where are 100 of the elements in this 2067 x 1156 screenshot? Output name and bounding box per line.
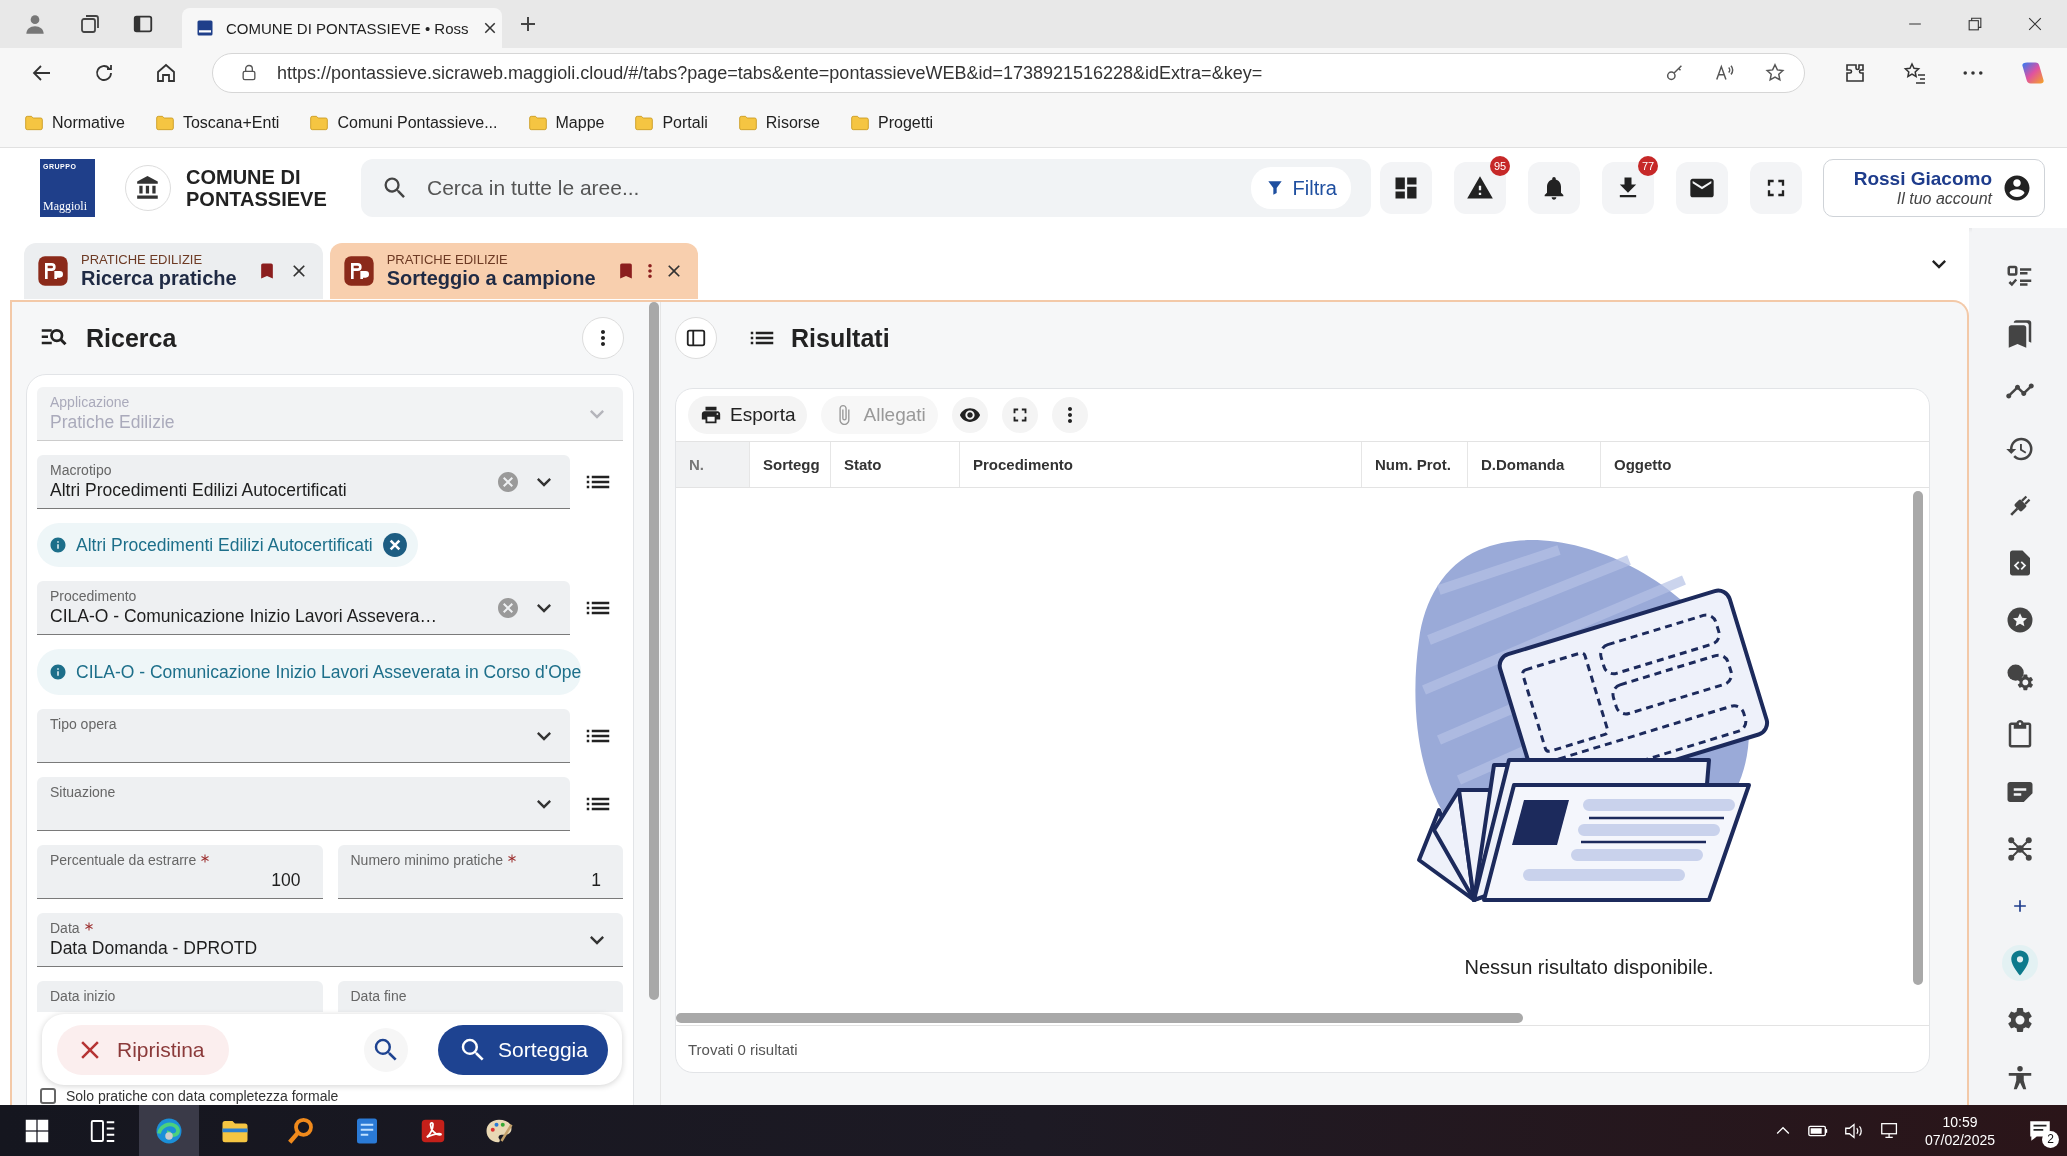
app-tab[interactable]: PRATICHE EDILIZIE Sorteggio a campione: [329, 243, 698, 299]
bookmark-link[interactable]: Risorse: [733, 108, 824, 137]
download-button[interactable]: [1602, 162, 1654, 214]
organization-name: COMUNE DI PONTASSIEVE: [186, 166, 328, 210]
module-logo-icon: [37, 255, 69, 287]
select-field[interactable]: Data Data Domanda - DPROTD: [37, 913, 623, 967]
module-logo-icon: [342, 255, 375, 287]
checkbox-label: Solo pratiche con data completezza formale: [66, 1088, 339, 1104]
panel-title: Ricerca: [86, 323, 177, 353]
field-value: Altri Procedimenti Edilizi Autocertificati: [50, 480, 348, 501]
count-badge: 2: [2042, 1130, 2059, 1148]
field-label: Data inizio: [50, 988, 116, 1004]
url-text: https://pontassieve.sicraweb.maggioli.cloud/#/tabs?page=tabs&ente=pontassieveWEB&id=1738921516228&idExtra=&key=: [277, 62, 1264, 84]
field-value: CILA-O - Comunicazione Inizio Lavori Assevera…: [50, 606, 439, 627]
toolbar-button[interactable]: Esporta: [688, 395, 808, 434]
count-badge: 95: [1490, 156, 1510, 176]
home-icon[interactable]: [154, 61, 178, 85]
warning-icon: [1466, 174, 1494, 202]
input-field[interactable]: Data inizio: [37, 981, 323, 1012]
bookmark-link[interactable]: Mappe: [523, 108, 609, 137]
bookmark-link[interactable]: Toscana+Enti: [150, 108, 284, 137]
reset-button[interactable]: Ripristina: [57, 1024, 229, 1075]
field-label: Percentuale da estrarre: [50, 852, 197, 868]
select-field[interactable]: Situazione: [37, 777, 570, 831]
results-count: Trovati 0 risultati: [676, 1025, 1929, 1072]
column-header[interactable]: Stato: [831, 441, 960, 487]
account-icon: [2002, 173, 2032, 203]
input-field[interactable]: Percentuale da estrarre 100: [37, 845, 323, 899]
bookmark-link[interactable]: Normative: [20, 108, 129, 137]
browser-tab[interactable]: COMUNE DI PONTASSIEVE • Ross: [182, 8, 502, 48]
column-header[interactable]: Num. Prot.: [1362, 441, 1468, 487]
field-label: Applicazione: [50, 394, 130, 410]
column-header[interactable]: D.Domanda: [1468, 441, 1601, 487]
bookmark-link[interactable]: Progetti: [846, 108, 938, 137]
more-icon: [601, 330, 605, 346]
field-label: Macrotipo: [50, 462, 112, 478]
warning-button[interactable]: [1454, 162, 1506, 214]
count-badge: 77: [1638, 156, 1658, 176]
column-header[interactable]: Procedimento: [960, 441, 1362, 487]
select-field[interactable]: Procedimento CILA-O - Comunicazione Inizio Lavori Assevera…: [37, 581, 570, 635]
clock[interactable]: 10:59 07/02/2025: [1924, 1112, 1995, 1149]
clock-date: 07/02/2025: [1924, 1130, 1995, 1149]
field-label: Data: [50, 920, 80, 936]
draw-button[interactable]: Sorteggia: [438, 1024, 608, 1075]
extensions-icon[interactable]: [1843, 61, 1867, 85]
bookmark-link[interactable]: Portali: [630, 108, 712, 137]
info-icon: [49, 536, 67, 554]
field-label: Tipo opera: [50, 716, 117, 732]
sidebar-button[interactable]: [2001, 945, 2038, 982]
select-field[interactable]: Tipo opera: [37, 709, 570, 763]
scrollbar[interactable]: [1913, 490, 1923, 985]
zoom-button[interactable]: [364, 1027, 408, 1072]
star-icon[interactable]: [1764, 62, 1786, 84]
more-icon: [1067, 406, 1072, 423]
tab-title: COMUNE DI PONTASSIEVE • Ross: [226, 19, 469, 37]
field-value: 100: [270, 870, 302, 891]
empty-message: Nessun risultato disponibile.: [1464, 955, 1714, 979]
bell-button[interactable]: [1528, 162, 1580, 214]
app-tab[interactable]: PRATICHE EDILIZIE Ricerca pratiche: [24, 243, 323, 299]
tab-actions-icon[interactable]: [132, 13, 154, 35]
mail-button[interactable]: [1676, 162, 1728, 214]
address-field[interactable]: https://pontassieve.sicraweb.maggioli.cloud/#/tabs?page=tabs&ente=pontassieveWEB&id=1738921516228&idExtra=&key=: [212, 53, 1805, 93]
remove-icon[interactable]: [381, 532, 408, 558]
field-label: Procedimento: [50, 588, 137, 604]
favicon-icon: [196, 19, 214, 37]
column-header[interactable]: Sortegg: [750, 441, 831, 487]
scrollbar[interactable]: [676, 1013, 1523, 1024]
input-field[interactable]: Data fine: [337, 981, 623, 1012]
field-value: Pratiche Edilizie: [50, 412, 176, 433]
sidebar-toggle-icon: [685, 327, 707, 349]
bookmark-link[interactable]: Comuni Pontassieve...: [305, 108, 502, 137]
user-name: Rossi Giacomo: [1853, 168, 1992, 190]
fullscreen-button[interactable]: [1750, 162, 1802, 214]
clock-time: 10:59: [1942, 1112, 1978, 1131]
filter-button[interactable]: Filtra: [1250, 167, 1351, 209]
chip-text: Altri Procedimenti Edilizi Autocertificati: [76, 534, 373, 556]
search-field[interactable]: Cerca in tutte le aree... Filtra: [361, 159, 1371, 217]
favorites-icon[interactable]: [1903, 61, 1927, 85]
account-button[interactable]: Rossi Giacomo Il tuo account: [1823, 159, 2045, 217]
checkbox[interactable]: [40, 1088, 56, 1104]
field-value: 1: [590, 870, 602, 891]
logo-name: Maggioli: [43, 199, 88, 214]
panel-toggle-button[interactable]: [675, 317, 717, 359]
more-icon[interactable]: [1963, 71, 1983, 75]
column-header[interactable]: Oggetto: [1601, 441, 1929, 487]
input-field[interactable]: Numero minimo pratiche 1: [337, 845, 623, 899]
scrollbar[interactable]: [649, 302, 659, 1000]
field-value: Data Domanda - DPROTD: [50, 938, 259, 959]
dashboard-button[interactable]: [1380, 162, 1432, 214]
field-label: Situazione: [50, 784, 116, 800]
column-header[interactable]: N.: [676, 441, 750, 487]
magnifier-icon: [286, 1115, 316, 1146]
more-button[interactable]: [582, 317, 624, 359]
select-field[interactable]: Macrotipo Altri Procedimenti Edilizi Autocertificati: [37, 455, 570, 509]
account-link-text: Il tuo account: [1896, 190, 1992, 208]
field-label: Data fine: [350, 988, 407, 1004]
field-label: Numero minimo pratiche: [350, 852, 503, 868]
workspaces-icon[interactable]: [78, 12, 102, 36]
building-icon: [135, 175, 161, 201]
more-icon[interactable]: [647, 264, 652, 278]
